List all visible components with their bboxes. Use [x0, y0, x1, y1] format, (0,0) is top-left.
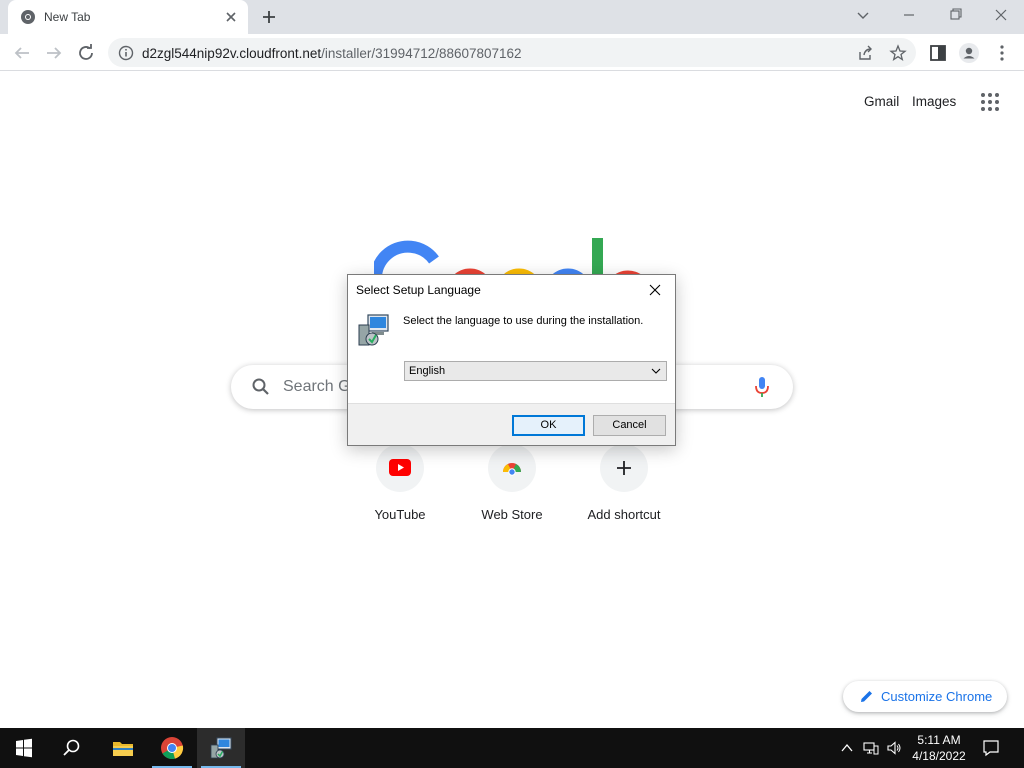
windows-taskbar: 5:11 AM 4/18/2022	[0, 728, 1024, 768]
site-info-icon[interactable]	[118, 45, 134, 61]
search-icon	[252, 378, 269, 395]
shortcut-label: Add shortcut	[587, 507, 661, 522]
language-select[interactable]: English	[404, 361, 667, 381]
file-explorer-button[interactable]	[99, 728, 147, 768]
back-arrow-icon[interactable]	[10, 41, 34, 65]
menu-kebab-icon[interactable]	[990, 41, 1014, 65]
desktop-screen: New Tab d2zgl544nip92v.cloudfront.net/in…	[0, 0, 1024, 768]
shortcut-tile	[376, 444, 424, 492]
clock-time: 5:11 AM	[917, 733, 961, 747]
address-bar[interactable]: d2zgl544nip92v.cloudfront.net/installer/…	[108, 38, 916, 67]
chrome-favicon-icon	[21, 10, 35, 24]
language-select-value: English	[409, 365, 446, 377]
url-path: /installer/31994712/88607807162	[321, 46, 522, 61]
notification-center-icon[interactable]	[982, 739, 1000, 757]
profile-avatar-icon[interactable]	[957, 41, 981, 65]
windows-logo-icon	[16, 738, 32, 758]
google-apps-icon[interactable]	[980, 92, 1000, 112]
share-icon[interactable]	[857, 44, 875, 62]
ok-button[interactable]: OK	[512, 415, 585, 436]
url-text[interactable]: d2zgl544nip92v.cloudfront.net/installer/…	[142, 46, 522, 61]
shortcut-tile	[488, 444, 536, 492]
cancel-button[interactable]: Cancel	[593, 415, 666, 436]
youtube-icon	[389, 459, 411, 476]
tab-search-chevron-icon[interactable]	[850, 4, 876, 26]
volume-icon[interactable]	[886, 740, 902, 756]
close-window-icon[interactable]	[988, 4, 1014, 26]
tab-title: New Tab	[44, 10, 91, 24]
dialog-title: Select Setup Language	[356, 283, 481, 297]
side-panel-icon[interactable]	[926, 41, 950, 65]
tab-new-tab[interactable]: New Tab	[8, 0, 248, 34]
clock-date: 4/18/2022	[912, 749, 966, 763]
shortcut-add[interactable]: Add shortcut	[568, 444, 680, 534]
plus-icon	[617, 461, 631, 475]
dialog-body: Select the language to use during the in…	[348, 305, 675, 403]
chevron-down-icon	[651, 368, 661, 374]
taskbar-clock[interactable]: 5:11 AM 4/18/2022	[904, 732, 974, 764]
customize-chrome-button[interactable]: Customize Chrome	[843, 681, 1007, 712]
taskbar-search-button[interactable]	[48, 728, 96, 768]
images-link[interactable]: Images	[912, 94, 956, 109]
shortcut-youtube[interactable]: YouTube	[344, 444, 456, 534]
tray-chevron-up-icon[interactable]	[839, 740, 855, 756]
url-host: d2zgl544nip92v.cloudfront.net	[142, 46, 322, 61]
chrome-icon	[161, 737, 184, 760]
voice-search-mic-icon[interactable]	[753, 376, 771, 398]
gmail-link[interactable]: Gmail	[864, 94, 899, 109]
folder-icon	[113, 742, 133, 756]
tab-close-icon[interactable]	[222, 8, 240, 26]
minimize-icon[interactable]	[896, 4, 922, 26]
web-store-icon	[503, 463, 521, 476]
start-button[interactable]	[0, 728, 48, 768]
setup-installer-icon	[210, 737, 232, 759]
forward-arrow-icon[interactable]	[42, 41, 66, 65]
shortcut-label: YouTube	[374, 507, 426, 522]
shortcut-web-store[interactable]: Web Store	[456, 444, 568, 534]
pencil-icon	[861, 691, 872, 702]
chrome-taskbar-button[interactable]	[148, 728, 196, 768]
network-icon[interactable]	[863, 740, 879, 756]
setup-installer-icon	[358, 314, 389, 346]
shortcut-tile	[600, 444, 648, 492]
dialog-footer: OK Cancel	[348, 403, 675, 445]
dialog-close-icon[interactable]	[646, 281, 664, 299]
restore-icon[interactable]	[942, 4, 968, 26]
customize-chrome-label: Customize Chrome	[881, 689, 993, 704]
browser-toolbar: d2zgl544nip92v.cloudfront.net/installer/…	[0, 34, 1024, 71]
reload-icon[interactable]	[74, 41, 98, 65]
new-tab-plus-icon[interactable]	[258, 6, 280, 28]
setup-taskbar-button[interactable]	[197, 728, 245, 768]
setup-language-dialog: Select Setup Language Select the languag…	[347, 274, 676, 446]
tab-strip: New Tab	[0, 0, 1024, 34]
dialog-message: Select the language to use during the in…	[403, 315, 644, 327]
shortcut-label: Web Store	[481, 507, 543, 522]
bookmark-star-icon[interactable]	[889, 44, 907, 62]
search-icon	[63, 739, 80, 756]
